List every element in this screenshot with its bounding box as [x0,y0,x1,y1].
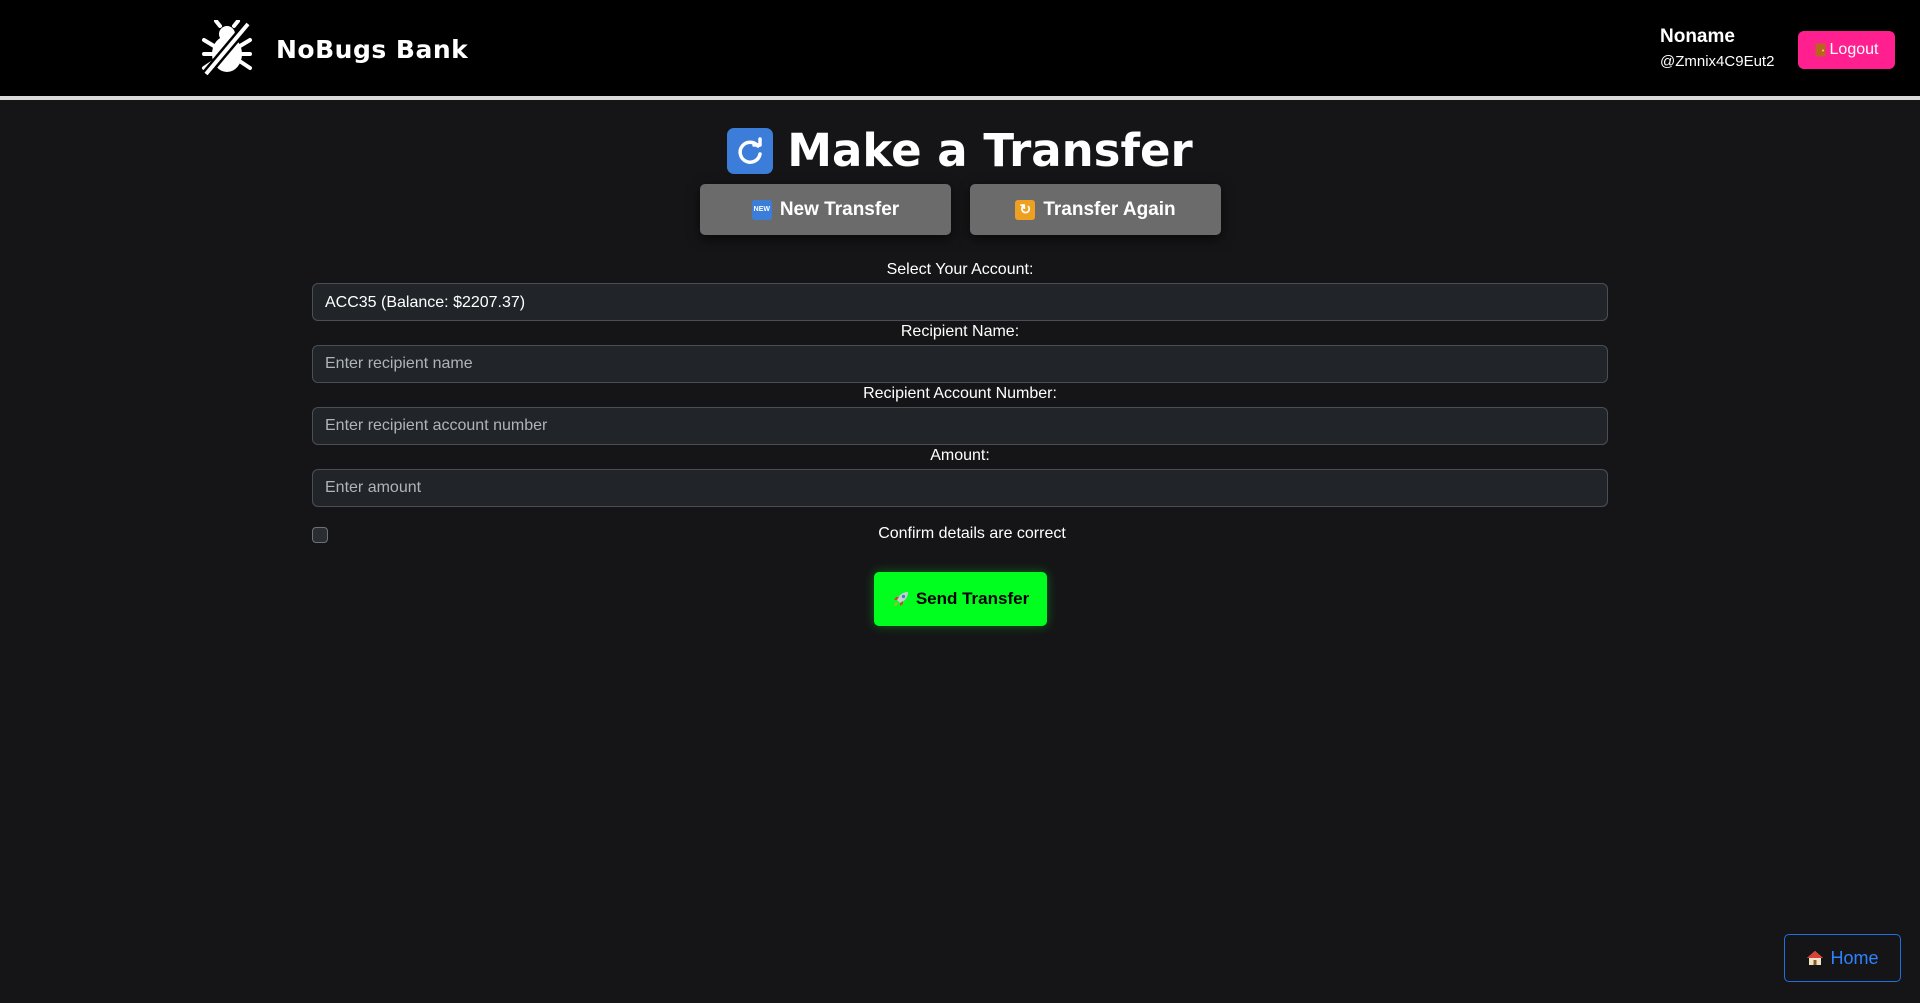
send-transfer-label: Send Transfer [915,589,1030,608]
door-icon [1815,43,1826,57]
repeat-icon: ↻ [1015,199,1036,220]
user-handle: @Zmnix4C9Eut2 [1660,53,1775,70]
bug-slash-icon [202,20,252,77]
user-name: Noname [1660,26,1735,47]
logout-label: Logout [1829,41,1879,58]
arrows-counterclockwise-icon [727,128,774,174]
recipient-account-input[interactable] [312,407,1608,445]
send-transfer-button[interactable]: Send Transfer [874,572,1047,626]
amount-input[interactable] [312,469,1608,507]
new-transfer-label: New Transfer [779,198,900,220]
logout-button[interactable]: Logout [1798,31,1895,69]
confirm-label: Confirm details are correct [878,525,1066,542]
recipient-name-label: Recipient Name: [900,323,1020,340]
transfer-again-button[interactable]: ↻ Transfer Again [970,184,1221,235]
transfer-again-label: Transfer Again [1043,198,1176,220]
house-icon [1807,951,1824,965]
brand-name: NoBugs Bank [276,34,469,64]
user-info: Noname @Zmnix4C9Eut2 [1660,26,1790,72]
account-select[interactable]: ACC35 (Balance: $2207.37) [312,283,1608,321]
brand[interactable]: NoBugs Bank [200,20,468,78]
page-title: Make a Transfer [0,122,1920,180]
home-button[interactable]: Home [1784,934,1901,982]
top-header: NoBugs Bank Noname @Zmnix4C9Eut2 Logout [0,0,1920,100]
rocket-icon [893,592,908,606]
new-badge-icon: NEW [751,199,772,220]
new-transfer-button[interactable]: NEW New Transfer [700,184,951,235]
home-label: Home [1830,947,1879,968]
recipient-account-label: Recipient Account Number: [863,385,1057,402]
account-select-label: Select Your Account: [886,261,1034,278]
page-title-text: Make a Transfer [787,124,1193,177]
recipient-name-input[interactable] [312,345,1608,383]
amount-label: Amount: [930,447,990,464]
confirm-checkbox[interactable] [312,527,328,543]
